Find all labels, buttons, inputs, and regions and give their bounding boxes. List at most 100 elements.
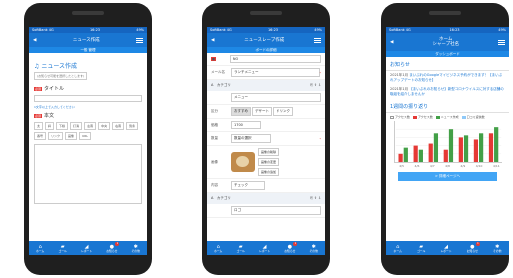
bar-access [398,153,403,162]
phone-notch [250,11,282,15]
required-badge: 必須 [34,113,43,118]
news-section-title: お知らせ [386,57,509,71]
tool-underline[interactable]: 下線 [56,122,69,130]
tool-italic[interactable]: 斜 [45,122,55,130]
section-ops[interactable]: ⎘ ⇧ ⇩ [310,196,321,201]
tab-goal[interactable]: ▰ ゴール [58,244,66,253]
body-textarea[interactable] [34,144,142,204]
carrier: SoftBank 4G [32,28,54,32]
image-delete-button[interactable]: 画像の削除 [258,148,280,156]
image-add-button[interactable]: 画像の追加 [258,168,280,176]
phone-news-create: SoftBank 4G 16:23 49% ◀ ニュース作成 一般 管理 ♫ ニ… [24,3,152,275]
tool-number[interactable]: 番号 [34,132,47,140]
price-input[interactable]: 1700 [231,121,261,129]
tab-report[interactable]: ◢ レポート [81,244,92,253]
tab-label: ゴール [236,248,245,253]
row: 内容 チェック [207,179,325,193]
row: 画像 画像の削除 画像の変更 画像の追加 [207,146,325,179]
page-title: ニュース作成 [72,37,100,43]
tab-other[interactable]: ✱ その他 [493,244,501,253]
bar-access [488,133,494,162]
bar-news [494,127,499,162]
tab-label: ゴール [416,248,426,253]
menu-name-input[interactable]: ランチメニュー [231,68,320,77]
tab-home[interactable]: ⌂ ホーム [36,244,44,253]
required-mark: * [319,136,322,141]
chart-legend: アクセス数 アクセス数 ニュース作成 口コミ返信数 [386,113,509,121]
form-heading: ♫ ニュース作成 [34,61,142,70]
detail-button[interactable]: > 詳細ページへ [398,172,497,181]
tab-notice[interactable]: ● 1 お知らせ [467,241,480,253]
tool-center[interactable]: 中央 [98,122,111,130]
form: ♫ ニュース作成 (お知らせ可能を選択したとします) 必須 タイトル 1文字以上… [29,53,147,208]
tool-right[interactable]: 右寄 [112,122,125,130]
bar-news [418,149,423,162]
tool-link[interactable]: リンク [48,132,64,140]
tab-home[interactable]: ⌂ ホーム [394,244,402,253]
row: 数量 数量の選択 * [207,132,325,146]
tab-goal[interactable]: ▰ ゴール [417,244,425,253]
tab-goal[interactable]: ▰ ゴール [236,244,244,253]
tab-report[interactable]: ◢ レポート [259,244,270,253]
app-bar: ◀ ニュース作成 [29,33,147,47]
tool-strike[interactable]: 打消 [70,122,83,130]
x-tick-label: 4/10 [475,164,483,168]
legend-swatch [390,115,394,119]
title-label-row: 必須 タイトル [34,85,142,92]
menu-icon[interactable] [136,37,143,43]
tab-label: ホーム [214,248,223,253]
tab-notice[interactable]: ● 1 お知らせ [284,241,298,253]
legend-item: アクセス数 [390,115,410,119]
image-change-button[interactable]: 画像の変更 [258,158,280,166]
tool-image[interactable]: 画像 [65,132,78,140]
tab-label: お知らせ [284,248,296,253]
section-ops[interactable]: ⎘ ⇧ ⇩ [310,83,321,88]
bar-news [433,133,439,162]
field[interactable]: NO [229,55,321,63]
food-photo[interactable] [231,152,255,172]
phone-menu-create: SoftBank 4G 16:23 49% ◀ ニュースレーブ作成 ボードの詳細… [202,3,330,275]
app-bar: ◀ ホーム シャープ社名 [386,33,509,51]
tool-left[interactable]: 左寄 [84,122,97,130]
tab-notice[interactable]: ● 1 お知らせ [106,241,120,253]
x-tick-label: 4/6 [414,164,420,168]
qty-select[interactable]: 数量の選択 [231,134,271,143]
tab-report[interactable]: ◢ レポート [440,244,451,253]
legend-item: 口コミ返信数 [461,115,485,119]
menu-icon[interactable] [314,37,321,43]
legend-swatch [412,115,417,119]
type-label: 区分 [211,109,218,113]
screen: SoftBank 4G 16:23 49% ◀ ニュース作成 一般 管理 ♫ ニ… [29,27,147,255]
seg-dessert[interactable]: デザート [252,107,272,116]
tab-label: お知らせ [106,248,118,253]
bottom-input[interactable]: ロゴ [231,206,321,215]
bar-news [403,147,408,162]
news-item[interactable]: 2021年1月 【まいぶれのお知らせ】新型コロナウイルスに対する店舗の取組を紹介… [386,85,509,99]
tool-url[interactable]: URL [79,132,91,140]
chart-wrap [394,121,505,163]
tab-label: その他 [309,248,318,253]
item-input[interactable]: メニュー [231,93,321,102]
row: メニュー [207,91,325,105]
category-section: A カテゴリ ⎘ ⇧ ⇩ [207,193,325,204]
seg-drink[interactable]: ドリンク [273,107,293,116]
order-select[interactable]: チェック [231,181,265,190]
x-tick-label: 4/11 [492,164,500,168]
legend-label: アクセス数 [417,115,433,119]
title-input[interactable] [34,95,142,102]
tab-other[interactable]: ✱ その他 [309,244,317,253]
clock: 16:23 [449,28,460,32]
seg-recommend[interactable]: おすすめ [231,107,251,116]
tab-other[interactable]: ✱ その他 [131,244,139,253]
tool-bullet[interactable]: 箇条 [126,122,139,130]
menu-icon[interactable] [498,39,505,45]
tab-label: レポート [80,248,93,253]
music-icon: ♫ [34,63,40,70]
tab-home[interactable]: ⌂ ホーム [214,244,222,253]
legend-item: ニュース作成 [435,115,459,119]
tool-bold[interactable]: 太 [34,122,44,130]
bar-news [478,133,484,162]
news-item[interactable]: 2021年1月 まいぶれのGoogleマイビジネス予約ができます！【まいぶれアッ… [386,71,509,85]
body-label: 本文 [44,113,55,119]
battery: 49% [498,28,506,32]
